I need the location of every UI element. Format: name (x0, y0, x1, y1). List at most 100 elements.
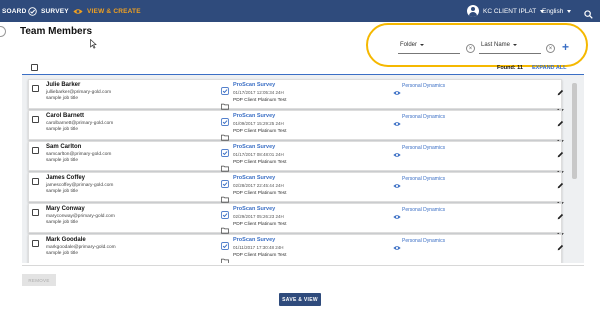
survey-link[interactable]: ProScan Survey (233, 175, 275, 181)
clear-icon[interactable]: × (546, 44, 555, 53)
user-menu[interactable]: KC CLIENT IPLAT (467, 0, 545, 22)
row-checkbox[interactable] (32, 240, 39, 247)
folder-name: PDP Client Platinum Test (233, 160, 287, 165)
eye-icon (393, 83, 401, 101)
save-view-button[interactable]: SAVE & VIEW (279, 293, 321, 306)
member-name: Julie Barker (46, 82, 81, 88)
report-link[interactable]: Personal Dynamics (402, 238, 445, 244)
folder-name: PDP Client Platinum Test (233, 191, 287, 196)
folder-name: PDP Client Platinum Test (233, 98, 287, 103)
member-name: Mark Goodale (46, 237, 86, 243)
language-label: English (542, 7, 564, 15)
chevron-down-icon (513, 44, 518, 46)
member-job-title: sample job title (46, 189, 78, 194)
list-item[interactable]: Mark Goodale markgoodale@primary-gold.com… (28, 234, 564, 263)
member-list[interactable]: Julie Barker julliebarker@primary-gold.co… (22, 75, 584, 263)
eye-icon (393, 145, 401, 163)
pencil-icon[interactable] (557, 238, 564, 256)
member-job-title: sample job title (46, 251, 78, 256)
search-icon[interactable] (584, 6, 593, 24)
pencil-icon[interactable] (557, 114, 564, 132)
member-job-title: sample job title (46, 96, 78, 101)
eye-icon (73, 8, 83, 15)
pencil-icon[interactable] (557, 145, 564, 163)
row-checkbox[interactable] (32, 85, 39, 92)
survey-link[interactable]: ProScan Survey (233, 113, 275, 119)
chevron-down-icon (567, 9, 572, 13)
user-name: KC CLIENT IPLAT (483, 7, 537, 15)
nav-view-create-label: VIEW & CREATE (87, 7, 141, 15)
folder-name: PDP Client Platinum Test (233, 129, 287, 134)
check-circle-icon (28, 6, 37, 16)
survey-date: 01/09/2017 15:29:25 24H (233, 121, 284, 126)
select-all-checkbox[interactable] (31, 64, 38, 71)
member-name: Sam Carlton (46, 144, 82, 150)
folder-select-underline (398, 53, 460, 54)
member-name: Mary Conway (46, 206, 85, 212)
survey-link[interactable]: ProScan Survey (233, 206, 275, 212)
cursor-icon (90, 36, 97, 54)
member-job-title: sample job title (46, 220, 78, 225)
report-link[interactable]: Personal Dynamics (402, 207, 445, 213)
nav-dashboard[interactable]: SOARD (0, 0, 26, 22)
sort-select-label: Last Name (481, 42, 511, 48)
report-link[interactable]: Personal Dynamics (402, 145, 445, 151)
eye-icon (393, 176, 401, 194)
avatar (467, 5, 479, 17)
folder-select[interactable]: Folder (400, 42, 425, 48)
member-email: carolbarnett@primary-gold.com (46, 121, 114, 126)
folder-icon (221, 252, 229, 263)
list-item[interactable]: Sam Carlton samcarlton@primary-gold.com sa… (28, 141, 564, 175)
found-count: Found: 11 (497, 65, 523, 71)
sort-select-underline (479, 53, 541, 54)
survey-date: 01/17/2017 12:05:34 24H (233, 90, 284, 95)
page-title: Team Members (20, 26, 93, 37)
clear-icon[interactable]: × (466, 44, 475, 53)
sort-select[interactable]: Last Name (481, 42, 518, 48)
collapse-handle[interactable] (0, 26, 6, 37)
row-checkbox[interactable] (32, 147, 39, 154)
scrollbar[interactable] (572, 83, 577, 179)
member-email: maryconway@primary-gold.com (46, 214, 115, 219)
nav-survey-label: SURVEY (41, 7, 69, 15)
report-link[interactable]: Personal Dynamics (402, 83, 445, 89)
member-name: James Coffey (46, 175, 86, 181)
list-item[interactable]: Carol Barnett carolbarnett@primary-gold.c… (28, 110, 564, 144)
eye-icon (393, 114, 401, 132)
eye-icon (393, 238, 401, 256)
chevron-down-icon[interactable] (557, 255, 564, 263)
language-select[interactable]: English (542, 0, 572, 22)
row-checkbox[interactable] (32, 209, 39, 216)
list-item[interactable]: James Coffey jamescoffey@primary-gold.com… (28, 172, 564, 206)
member-name: Carol Barnett (46, 113, 85, 119)
member-email: jamescoffey@primary-gold.com (46, 183, 114, 188)
pencil-icon[interactable] (557, 207, 564, 225)
folder-select-label: Folder (400, 42, 418, 48)
member-job-title: sample job title (46, 127, 78, 132)
row-checkbox[interactable] (32, 116, 39, 123)
row-checkbox[interactable] (32, 178, 39, 185)
pencil-icon[interactable] (557, 83, 564, 101)
folder-name: PDP Client Platinum Test (233, 222, 287, 227)
survey-link[interactable]: ProScan Survey (233, 237, 275, 243)
list-item[interactable]: Julie Barker julliebarker@primary-gold.co… (28, 79, 564, 113)
member-job-title: sample job title (46, 158, 78, 163)
pencil-icon[interactable] (557, 176, 564, 194)
survey-link[interactable]: ProScan Survey (233, 82, 275, 88)
report-link[interactable]: Personal Dynamics (402, 176, 445, 182)
remove-button[interactable]: REMOVE (22, 274, 56, 286)
list-item[interactable]: Mary Conway maryconway@primary-gold.com sa… (28, 203, 564, 237)
expand-all-link[interactable]: EXPAND ALL (532, 65, 567, 71)
report-link[interactable]: Personal Dynamics (402, 114, 445, 120)
top-nav: SOARD SURVEY VIEW & CREATE KC CLIENT IPL… (0, 0, 600, 22)
survey-date: 02/28/2017 22:45:44 24H (233, 183, 284, 188)
nav-view-create[interactable]: VIEW & CREATE (73, 0, 141, 22)
chevron-down-icon (420, 44, 425, 46)
plus-icon[interactable]: + (562, 41, 569, 53)
survey-link[interactable]: ProScan Survey (233, 144, 275, 150)
member-email: samcarlton@primary-gold.com (46, 152, 112, 157)
folder-name: PDP Client Platinum Test (233, 253, 287, 258)
member-email: julliebarker@primary-gold.com (46, 90, 112, 95)
nav-survey[interactable]: SURVEY (28, 0, 69, 22)
survey-date: 01/17/2017 08:48:01 24H (233, 152, 284, 157)
